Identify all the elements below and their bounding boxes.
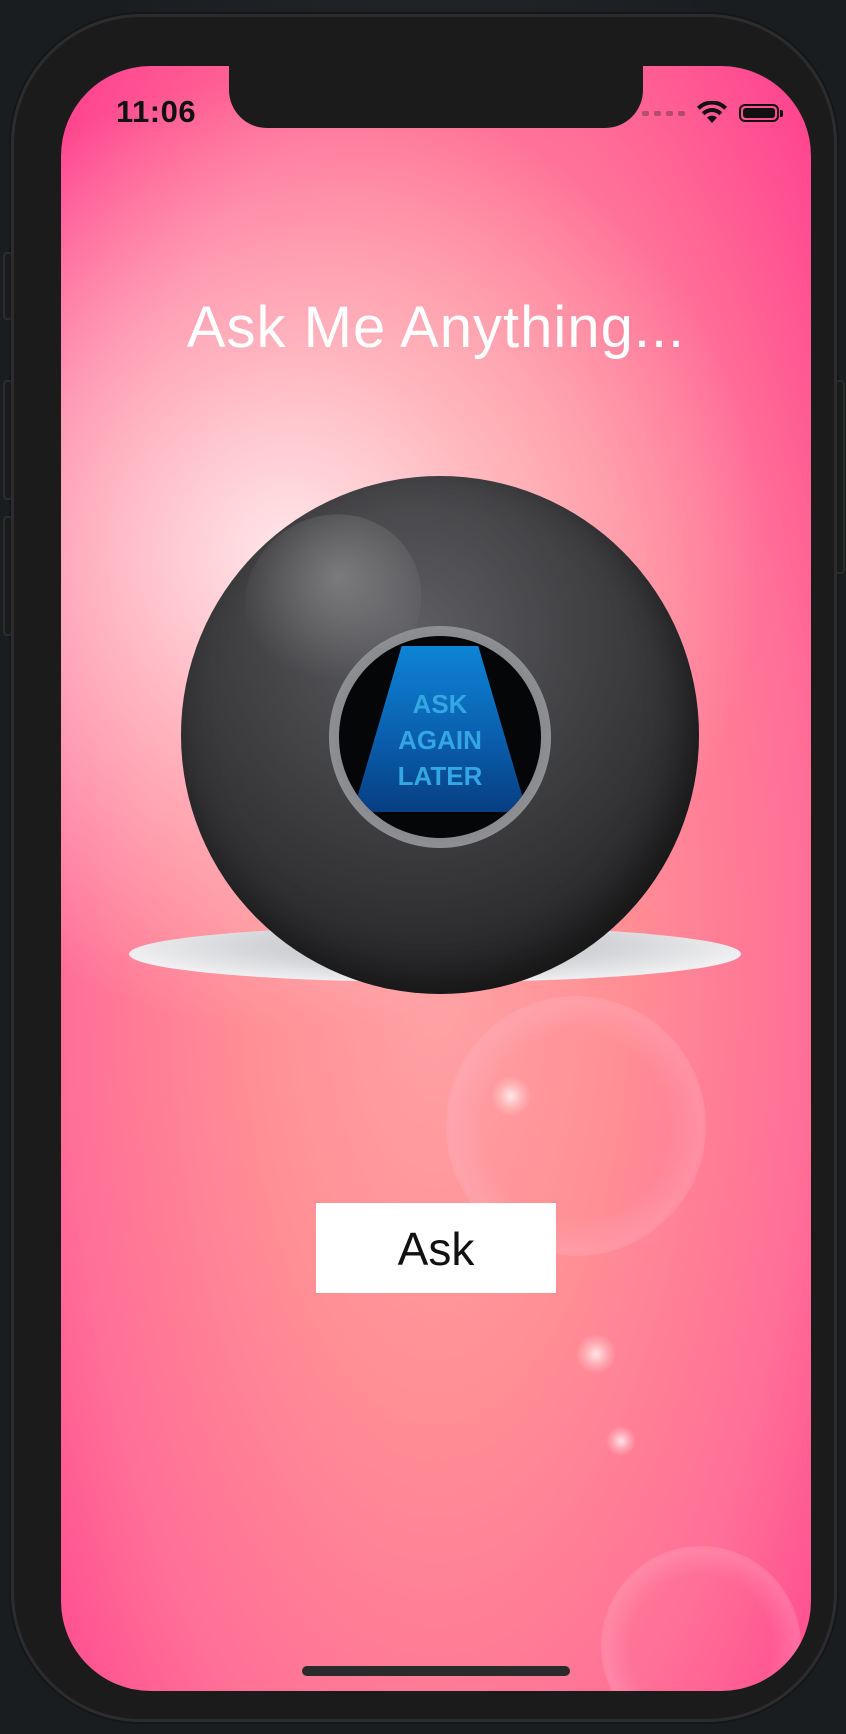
phone-frame: 11:06 Ask Me Anything... ASK AGAIN LATER… bbox=[3, 14, 845, 1722]
power-button bbox=[835, 380, 845, 574]
answer-window-inner: ASK AGAIN LATER bbox=[339, 636, 541, 838]
battery-icon bbox=[739, 104, 783, 122]
volume-up-button bbox=[3, 380, 13, 500]
lens-flare bbox=[576, 1334, 616, 1374]
volume-down-button bbox=[3, 516, 13, 636]
silent-switch bbox=[3, 252, 13, 320]
home-indicator[interactable] bbox=[302, 1666, 570, 1676]
status-icons bbox=[642, 100, 783, 126]
answer-line: LATER bbox=[397, 761, 483, 791]
answer-line: AGAIN bbox=[398, 725, 482, 755]
ask-button[interactable]: Ask bbox=[316, 1203, 556, 1293]
eight-ball-container: ASK AGAIN LATER bbox=[129, 476, 745, 998]
answer-window: ASK AGAIN LATER bbox=[329, 626, 551, 848]
status-time: 11:06 bbox=[116, 94, 197, 129]
lens-flare bbox=[606, 1426, 636, 1456]
wifi-icon bbox=[697, 101, 727, 123]
lens-flare-ring bbox=[601, 1546, 801, 1691]
cellular-signal-icon bbox=[642, 110, 685, 116]
page-title: Ask Me Anything... bbox=[186, 295, 686, 360]
magic-eight-ball-image: ASK AGAIN LATER bbox=[181, 476, 699, 994]
answer-text: ASK AGAIN LATER bbox=[339, 686, 541, 794]
app-screen: 11:06 Ask Me Anything... ASK AGAIN LATER… bbox=[61, 66, 811, 1691]
answer-line: ASK bbox=[412, 689, 468, 719]
notch bbox=[229, 66, 643, 128]
